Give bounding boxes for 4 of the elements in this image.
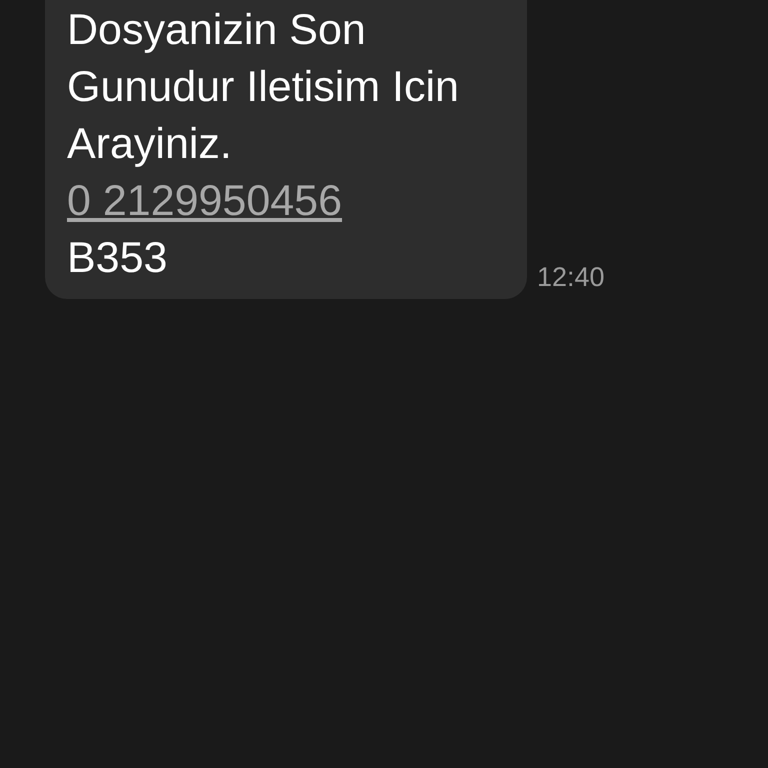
message-code: B353 <box>67 233 168 284</box>
message-text: Dosyanizin Son Gunudur Iletisim Icin Arayiniz. 0 2129950456 <box>67 5 460 227</box>
phone-link[interactable]: 0 2129950456 <box>67 177 342 225</box>
message-time: 12:40 <box>537 260 605 294</box>
